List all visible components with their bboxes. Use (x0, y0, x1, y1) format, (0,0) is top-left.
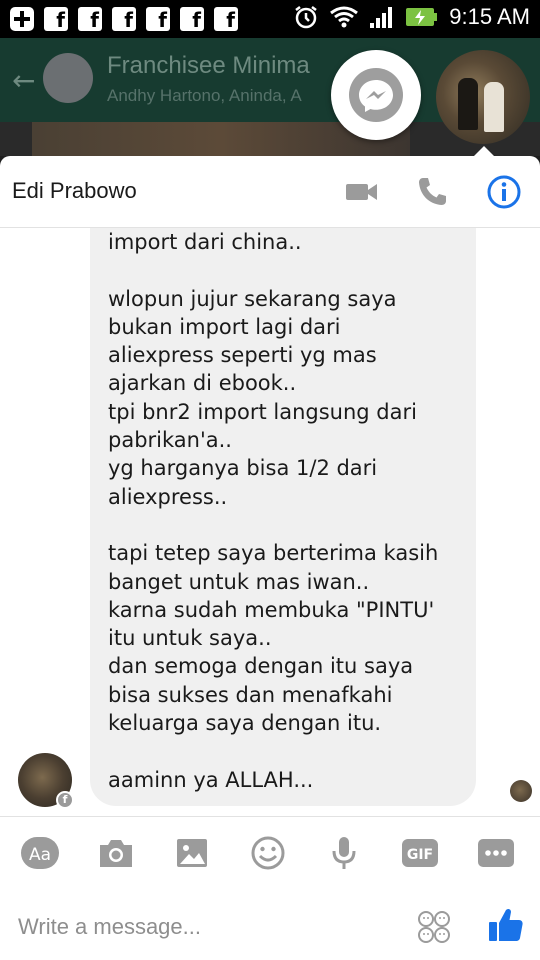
message-composer: Aa GIF (0, 816, 540, 960)
message-list[interactable]: import dari china.. wlopun jujur sekaran… (0, 228, 540, 816)
add-icon (10, 7, 34, 31)
info-icon[interactable] (486, 174, 522, 210)
facebook-icon: f (214, 7, 238, 32)
notification-icons: f f f f f f (10, 7, 238, 32)
seen-indicator-avatar (510, 780, 532, 802)
facebook-badge-icon: f (56, 791, 74, 809)
stickers-icon[interactable] (416, 909, 452, 945)
more-icon[interactable] (476, 835, 516, 871)
messenger-chat-head[interactable] (331, 50, 421, 140)
message-input[interactable] (18, 909, 398, 945)
chat-head-pointer (474, 146, 494, 156)
status-time: 9:15 AM (449, 4, 530, 29)
facebook-icon: f (180, 7, 204, 32)
facebook-icon: f (146, 7, 170, 32)
messenger-icon (349, 68, 403, 122)
like-icon[interactable] (486, 905, 526, 945)
facebook-icon: f (78, 7, 102, 32)
conversation-panel: Edi Prabowo import dari china.. wlopun j… (0, 156, 540, 960)
video-call-icon[interactable] (344, 174, 380, 210)
message-text: import dari china.. wlopun jujur sekaran… (108, 230, 439, 792)
facebook-icon: f (44, 7, 68, 32)
contact-name: Edi Prabowo (12, 178, 137, 203)
group-members: Andhy Hartono, Aninda, A (107, 86, 302, 105)
phone-icon[interactable] (414, 174, 450, 210)
gif-label: GIF (407, 847, 433, 863)
battery-charging-icon (406, 8, 438, 26)
signal-icon (370, 7, 393, 28)
conversation-header: Edi Prabowo (0, 156, 540, 228)
gallery-icon[interactable] (172, 835, 212, 871)
group-title: Franchisee Minima (107, 52, 310, 79)
group-avatar (43, 53, 93, 103)
wifi-icon (330, 6, 359, 28)
status-bar: f f f f f f 9:15 AM (0, 0, 540, 38)
gif-icon[interactable]: GIF (400, 835, 440, 871)
alarm-icon (295, 6, 318, 29)
camera-icon[interactable] (96, 835, 136, 871)
contact-chat-head[interactable] (436, 50, 530, 144)
back-arrow-icon: ← (12, 64, 36, 97)
system-icons: 9:15 AM (293, 4, 530, 30)
microphone-icon[interactable] (324, 835, 364, 871)
text-style-icon[interactable]: Aa (20, 835, 60, 871)
photo-figure (458, 78, 478, 130)
photo-figure (484, 82, 504, 132)
facebook-icon: f (112, 7, 136, 32)
sender-avatar[interactable]: f (18, 753, 74, 809)
text-style-label: Aa (29, 845, 51, 865)
emoji-icon[interactable] (248, 835, 288, 871)
